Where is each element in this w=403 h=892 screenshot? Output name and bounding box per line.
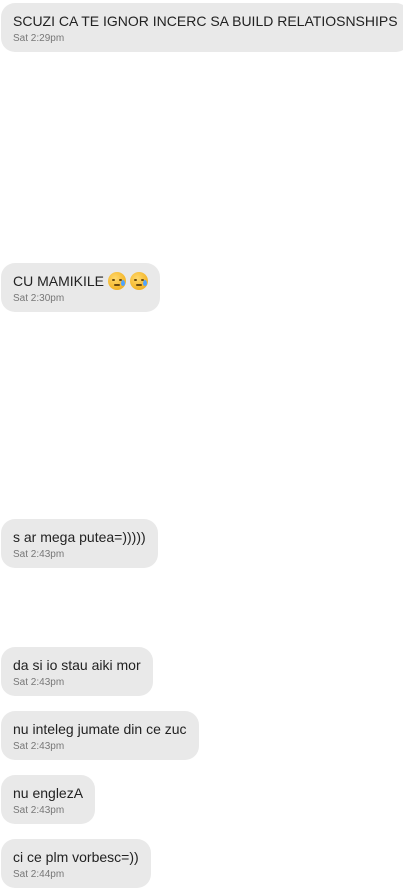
sad-face-emoji-icon bbox=[108, 272, 127, 290]
message-timestamp: Sat 2:43pm bbox=[13, 677, 65, 688]
message-bubble[interactable]: s ar mega putea=))))) Sat 2:43pm bbox=[1, 519, 158, 568]
message-bubble[interactable]: da si io stau aiki mor Sat 2:43pm bbox=[1, 647, 153, 696]
message-bubble[interactable]: nu englezA Sat 2:43pm bbox=[1, 775, 96, 824]
sad-face-emoji-icon bbox=[130, 272, 149, 290]
message-timestamp: Sat 2:43pm bbox=[13, 805, 65, 816]
message-text: nu englezA bbox=[13, 785, 84, 801]
message-text: da si io stau aiki mor bbox=[13, 657, 141, 673]
message-text: nu inteleg jumate din ce zuc bbox=[13, 721, 187, 737]
message-bubble[interactable]: ci ce plm vorbesc=)) Sat 2:44pm bbox=[1, 839, 151, 888]
message-bubble[interactable]: CU MAMIKILE Sat 2:30pm bbox=[1, 263, 161, 312]
message-bubble[interactable]: SCUZI CA TE IGNOR INCERC SA BUILD RELATI… bbox=[1, 3, 403, 52]
message-bubble[interactable]: nu inteleg jumate din ce zuc Sat 2:43pm bbox=[1, 711, 199, 760]
message-text: s ar mega putea=))))) bbox=[13, 529, 146, 545]
message-timestamp: Sat 2:44pm bbox=[13, 869, 65, 880]
message-timestamp: Sat 2:29pm bbox=[13, 33, 65, 44]
message-timestamp: Sat 2:43pm bbox=[13, 549, 65, 560]
message-text: ci ce plm vorbesc=)) bbox=[13, 849, 139, 865]
message-text: CU MAMIKILE bbox=[13, 273, 105, 289]
message-timestamp: Sat 2:43pm bbox=[13, 741, 65, 752]
message-text-row: CU MAMIKILE bbox=[13, 272, 149, 290]
message-text: SCUZI CA TE IGNOR INCERC SA BUILD RELATI… bbox=[13, 13, 398, 29]
message-timestamp: Sat 2:30pm bbox=[13, 293, 65, 304]
